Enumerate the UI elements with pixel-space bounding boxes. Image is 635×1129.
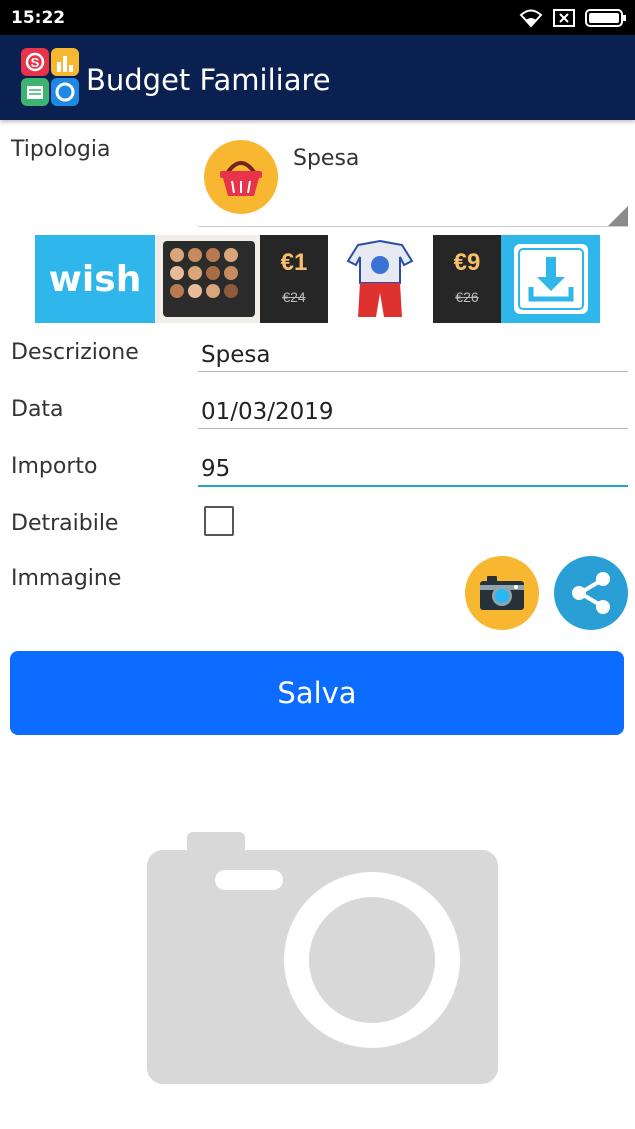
share-icon bbox=[572, 572, 610, 614]
ad-brand: wish bbox=[35, 235, 155, 323]
camera-placeholder-icon bbox=[147, 832, 498, 1084]
save-button-label: Salva bbox=[277, 676, 357, 710]
download-icon bbox=[513, 244, 588, 314]
tipologia-select[interactable]: Spesa bbox=[198, 128, 628, 227]
detraibile-checkbox[interactable] bbox=[204, 506, 234, 536]
tipologia-icon-circle bbox=[204, 140, 278, 214]
makeup-palette-icon bbox=[163, 241, 255, 317]
camera-icon bbox=[480, 576, 524, 610]
ad-price-1: €1 bbox=[280, 249, 308, 276]
sim-x-icon bbox=[553, 9, 575, 27]
share-button[interactable] bbox=[554, 556, 628, 630]
status-icons bbox=[519, 6, 627, 30]
ad-old-price-2: €26 bbox=[455, 289, 479, 305]
svg-text:S: S bbox=[31, 55, 40, 70]
importo-field[interactable] bbox=[198, 445, 628, 487]
tipologia-label: Tipologia bbox=[11, 137, 111, 162]
ad-old-price-1: €24 bbox=[282, 289, 306, 305]
data-input[interactable] bbox=[201, 399, 621, 425]
battery-icon bbox=[585, 9, 626, 27]
wifi-icon bbox=[519, 9, 543, 28]
app-title: Budget Familiare bbox=[86, 63, 331, 97]
detraibile-label: Detraibile bbox=[11, 511, 119, 536]
descrizione-input[interactable] bbox=[201, 342, 621, 368]
ad-product-image-2 bbox=[328, 235, 433, 323]
kids-pajamas-icon bbox=[346, 239, 414, 317]
ad-product-image bbox=[155, 235, 260, 323]
ad-price-tag-1: €1 €24 bbox=[260, 235, 328, 323]
camera-button[interactable] bbox=[465, 556, 539, 630]
status-bar: 15:22 bbox=[0, 0, 635, 35]
descrizione-field[interactable] bbox=[198, 331, 628, 372]
dropdown-arrow-icon bbox=[608, 206, 628, 226]
budget-app-logo-icon: S bbox=[21, 48, 79, 106]
importo-label: Importo bbox=[11, 454, 98, 479]
data-field[interactable] bbox=[198, 388, 628, 429]
ad-banner[interactable]: wish €1 €24 €9 €26 bbox=[35, 235, 600, 323]
ad-brand-text: wish bbox=[48, 258, 142, 300]
app-bar: S Budget Familiare bbox=[0, 35, 635, 120]
shopping-basket-icon bbox=[220, 161, 262, 196]
data-label: Data bbox=[11, 397, 64, 422]
ad-price-tag-2: €9 €26 bbox=[433, 235, 501, 323]
ad-download-button[interactable] bbox=[501, 235, 600, 323]
descrizione-label: Descrizione bbox=[11, 340, 139, 365]
importo-input[interactable] bbox=[201, 456, 621, 482]
save-button[interactable]: Salva bbox=[10, 651, 624, 735]
status-time: 15:22 bbox=[11, 8, 66, 28]
immagine-label: Immagine bbox=[11, 566, 122, 591]
tipologia-value: Spesa bbox=[293, 146, 360, 171]
ad-price-2: €9 bbox=[453, 249, 481, 276]
